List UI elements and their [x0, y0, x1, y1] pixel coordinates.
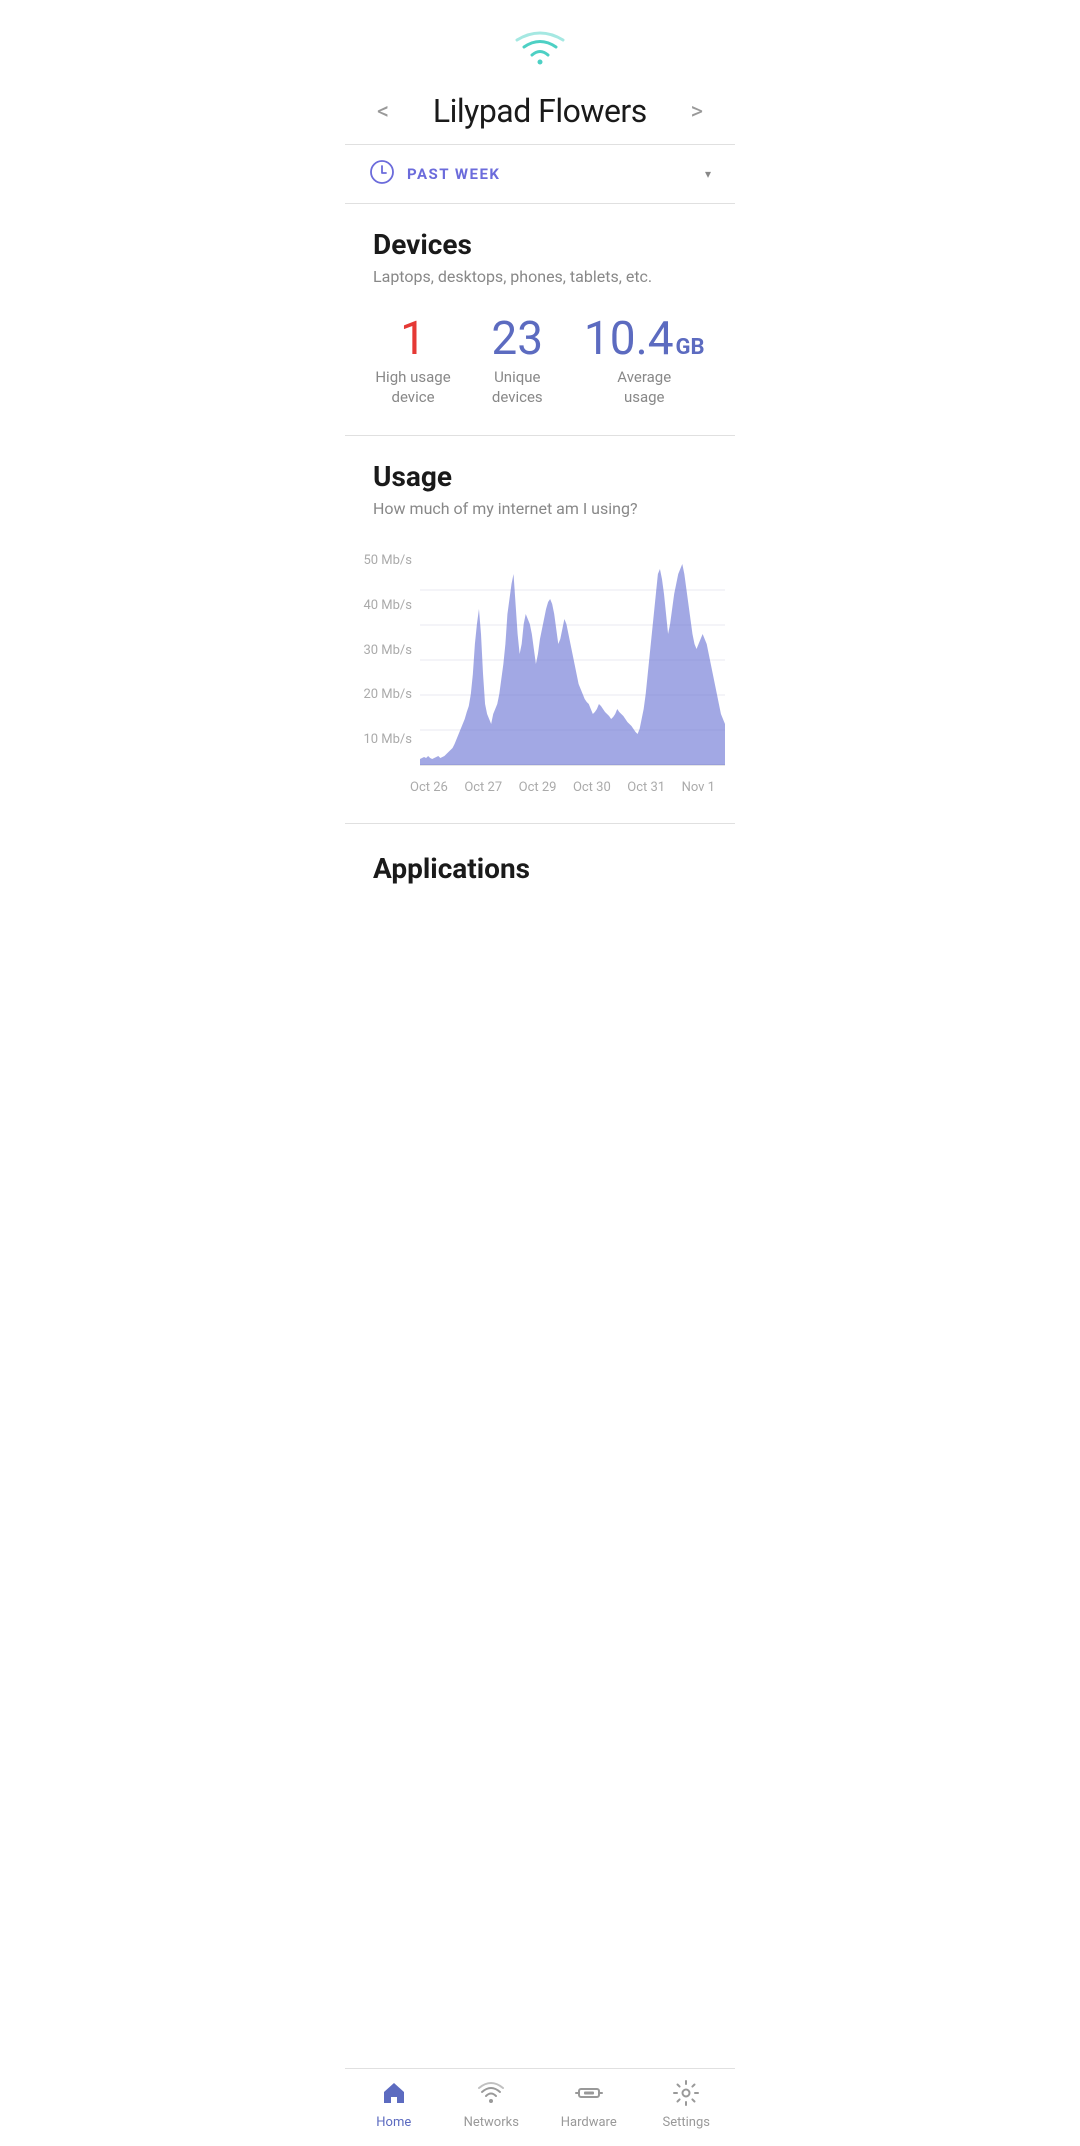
- wifi-icon-large: [514, 28, 566, 72]
- x-label-oct27: Oct 27: [464, 780, 502, 795]
- y-label-10: 10 Mb/s: [355, 733, 420, 746]
- average-usage-label: Averageusage: [617, 368, 671, 407]
- high-usage-label: High usagedevice: [375, 368, 450, 407]
- x-label-oct29: Oct 29: [519, 780, 557, 795]
- chart-area: 10 Mb/s 20 Mb/s 30 Mb/s 40 Mb/s 50 Mb/s: [345, 554, 735, 795]
- next-arrow[interactable]: >: [682, 93, 711, 129]
- nav-hardware-label: Hardware: [561, 2115, 617, 2130]
- x-label-nov1: Nov 1: [682, 780, 715, 795]
- x-axis: Oct 26 Oct 27 Oct 29 Oct 30 Oct 31 Nov 1: [345, 774, 725, 795]
- nav-settings[interactable]: Settings: [651, 2079, 721, 2130]
- network-name: Lilypad Flowers: [433, 92, 647, 130]
- usage-section: Usage How much of my internet am I using…: [345, 436, 735, 795]
- period-selector[interactable]: PAST WEEK ▾: [345, 145, 735, 203]
- usage-chart: [420, 554, 725, 774]
- devices-subtitle: Laptops, desktops, phones, tablets, etc.: [373, 267, 707, 286]
- settings-gear-icon: [672, 2079, 700, 2111]
- x-label-oct26: Oct 26: [410, 780, 448, 795]
- bottom-nav: Home Networks Hardware: [345, 2068, 735, 2146]
- stats-row: 1 High usagedevice 23 Uniquedevices 10.4…: [345, 306, 735, 435]
- y-label-20: 20 Mb/s: [355, 688, 420, 701]
- y-label-50: 50 Mb/s: [355, 554, 420, 567]
- nav-hardware[interactable]: Hardware: [554, 2079, 624, 2130]
- usage-header: Usage How much of my internet am I using…: [345, 460, 735, 554]
- average-usage-number: 10.4: [584, 316, 674, 362]
- y-axis: 10 Mb/s 20 Mb/s 30 Mb/s 40 Mb/s 50 Mb/s: [355, 554, 420, 774]
- average-usage-value: 10.4GB: [584, 316, 705, 362]
- nav-settings-label: Settings: [663, 2115, 710, 2130]
- stat-high-usage: 1 High usagedevice: [375, 316, 450, 407]
- period-label: PAST WEEK: [407, 165, 693, 183]
- usage-subtitle: How much of my internet am I using?: [373, 499, 707, 518]
- nav-networks-label: Networks: [464, 2115, 519, 2130]
- unique-devices-value: 23: [491, 316, 543, 362]
- nav-networks[interactable]: Networks: [456, 2079, 526, 2130]
- top-wifi-icon: [345, 0, 735, 82]
- unique-devices-label: Uniquedevices: [492, 368, 543, 407]
- chart-container: 10 Mb/s 20 Mb/s 30 Mb/s 40 Mb/s 50 Mb/s: [345, 554, 725, 774]
- networks-wifi-icon: [477, 2079, 505, 2111]
- stat-average-usage: 10.4GB Averageusage: [584, 316, 705, 407]
- applications-title: Applications: [373, 852, 707, 885]
- devices-title: Devices: [373, 228, 707, 261]
- applications-section: Applications: [345, 824, 735, 1011]
- x-label-oct30: Oct 30: [573, 780, 611, 795]
- nav-home-label: Home: [376, 2115, 411, 2130]
- stat-unique-devices: 23 Uniquedevices: [491, 316, 543, 407]
- nav-home[interactable]: Home: [359, 2079, 429, 2130]
- usage-title: Usage: [373, 460, 707, 493]
- hardware-icon: [575, 2079, 603, 2111]
- y-label-30: 30 Mb/s: [355, 644, 420, 657]
- x-label-oct31: Oct 31: [627, 780, 665, 795]
- y-label-40: 40 Mb/s: [355, 599, 420, 612]
- header: < Lilypad Flowers >: [345, 82, 735, 144]
- dropdown-arrow-icon: ▾: [705, 167, 711, 181]
- devices-section: Devices Laptops, desktops, phones, table…: [345, 204, 735, 286]
- clock-icon: [369, 159, 395, 189]
- high-usage-value: 1: [400, 316, 426, 362]
- home-icon: [380, 2079, 408, 2111]
- gb-unit: GB: [676, 337, 705, 359]
- prev-arrow[interactable]: <: [369, 93, 397, 129]
